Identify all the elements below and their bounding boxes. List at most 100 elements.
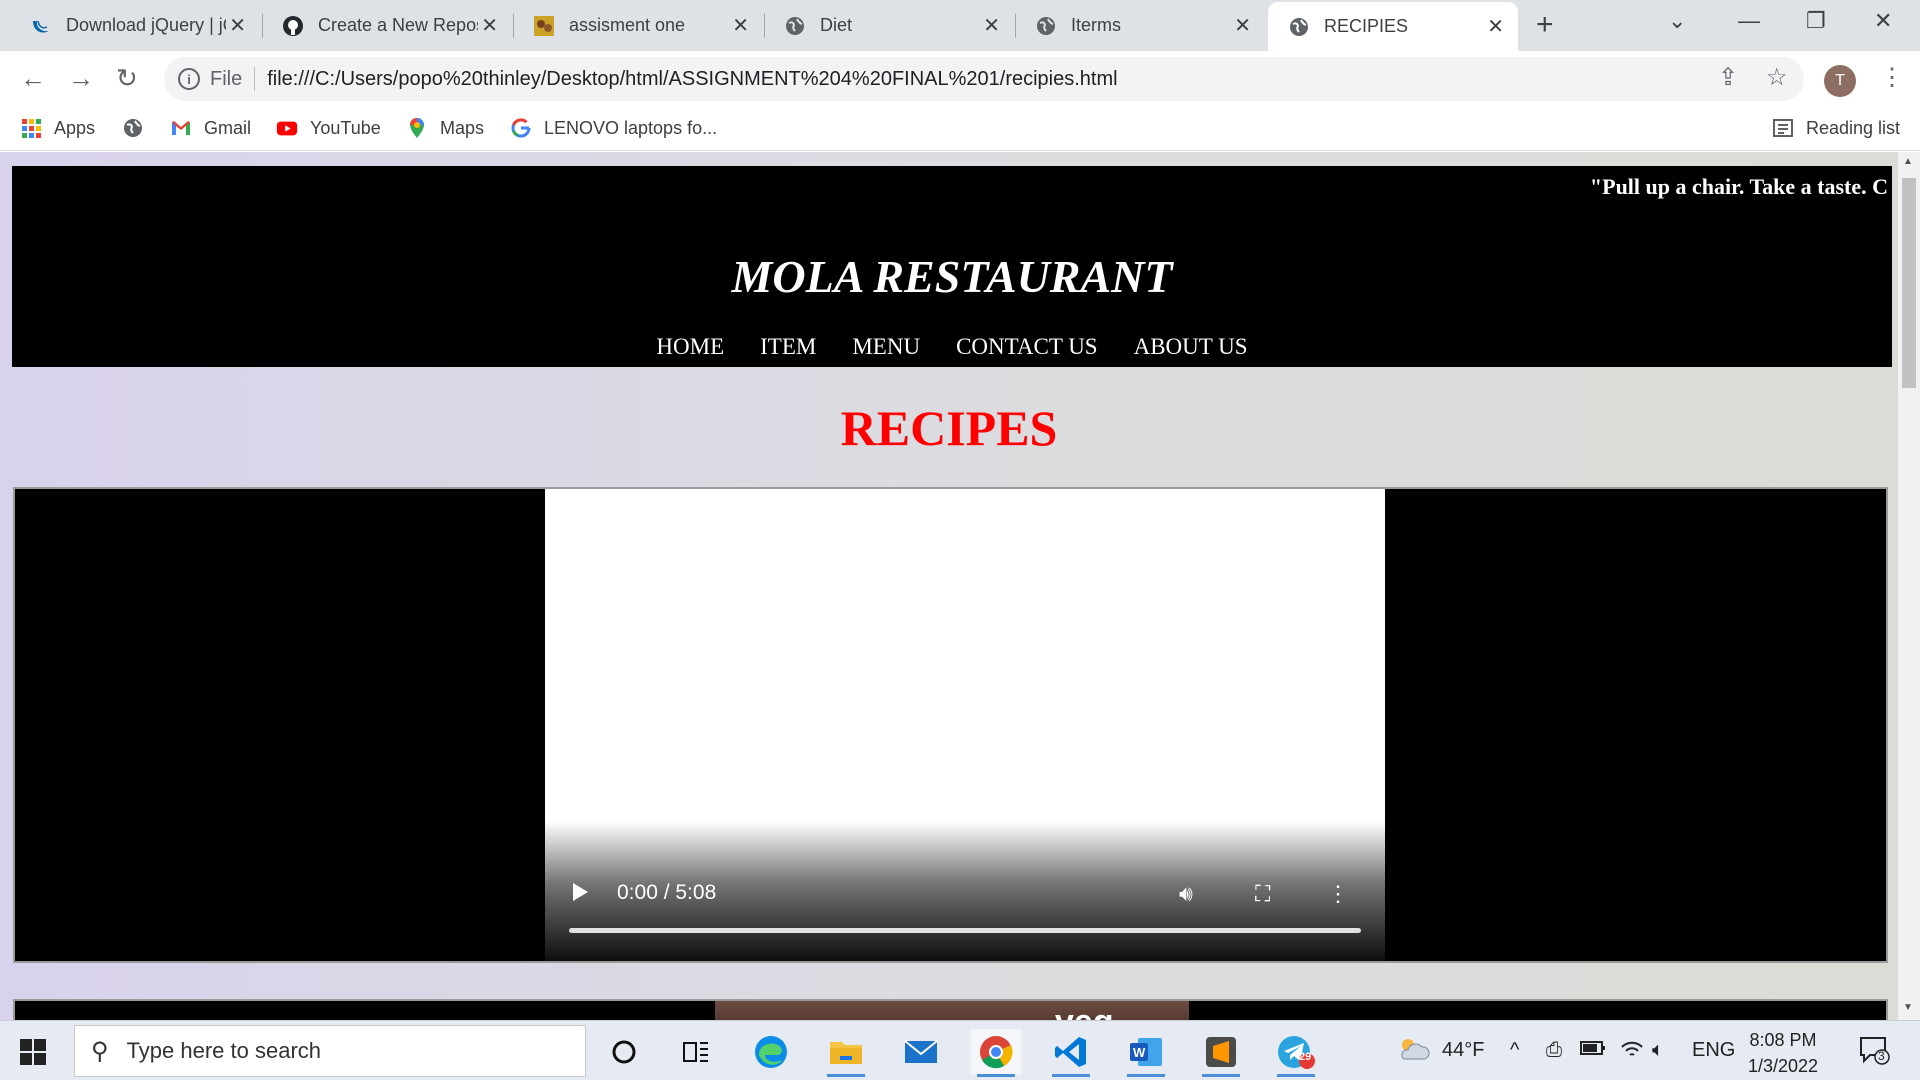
clock[interactable]: 8:08 PM 1/3/2022 <box>1748 1027 1818 1079</box>
close-icon[interactable]: ✕ <box>229 13 246 38</box>
video-controls: 0:00 / 5:08 🔊︎ ⛶ ⋮ <box>545 821 1385 961</box>
close-icon[interactable]: ✕ <box>1487 14 1504 39</box>
nav-home[interactable]: HOME <box>656 334 724 360</box>
fullscreen-icon[interactable]: ⛶ <box>1255 881 1270 907</box>
bookmark-label: Apps <box>54 117 96 138</box>
vscode-icon[interactable] <box>1046 1029 1096 1077</box>
recipe-video-2: veg <box>13 999 1888 1020</box>
bookmark-maps[interactable]: Maps <box>406 115 484 141</box>
tab-recipies[interactable]: RECIPIES ✕ <box>1268 2 1518 51</box>
tab-label: RECIPIES <box>1324 16 1409 36</box>
tab-search-icon[interactable]: ⌄ <box>1668 8 1686 34</box>
bookmark-label: Gmail <box>204 117 252 138</box>
wifi-icon[interactable] <box>1620 1039 1644 1065</box>
star-icon[interactable]: ☆ <box>1766 63 1788 92</box>
notification-icon[interactable]: 3 <box>1858 1035 1890 1071</box>
nav-menu[interactable]: MENU <box>852 334 920 360</box>
cortana-icon[interactable] <box>599 1029 649 1075</box>
word-icon[interactable]: W <box>1121 1029 1171 1077</box>
search-icon: ⚲ <box>91 1037 109 1065</box>
avatar[interactable]: T <box>1824 65 1856 97</box>
site-header: "Pull up a chair. Take a taste. C MOLA R… <box>12 166 1892 367</box>
site-nav: HOME ITEM MENU CONTACT US ABOUT US <box>12 334 1892 360</box>
tab-label: Iterms <box>1071 15 1122 35</box>
task-view-icon[interactable] <box>671 1029 721 1075</box>
svg-text:W: W <box>1133 1045 1146 1060</box>
restore-button[interactable]: ❐ <box>1806 8 1826 34</box>
reading-list-button[interactable]: Reading list <box>1772 115 1900 141</box>
tab-iterms[interactable]: Iterms ✕ <box>1015 0 1265 51</box>
bookmark-label: LENOVO laptops fo... <box>544 117 718 138</box>
search-placeholder: Type here to search <box>126 1038 322 1063</box>
bookmarks-bar: Apps Gmail YouTube Maps LENOVO laptops f… <box>0 107 1920 151</box>
chrome-icon[interactable] <box>971 1029 1021 1077</box>
share-icon[interactable]: ⇪ <box>1718 63 1738 92</box>
reading-list-icon <box>1772 117 1794 139</box>
tab-jquery[interactable]: Download jQuery | jQuery ✕ <box>10 0 260 51</box>
close-icon[interactable]: ✕ <box>983 13 1000 38</box>
clock-date: 1/3/2022 <box>1748 1056 1819 1076</box>
nav-about-us[interactable]: ABOUT US <box>1134 334 1248 360</box>
video-player[interactable]: 0:00 / 5:08 🔊︎ ⛶ ⋮ <box>545 489 1385 961</box>
tab-assisment-one[interactable]: assisment one ✕ <box>513 0 763 51</box>
bookmark-lenovo[interactable]: LENOVO laptops fo... <box>510 115 717 141</box>
weather-icon[interactable] <box>1396 1035 1430 1069</box>
file-explorer-icon[interactable] <box>821 1029 871 1077</box>
clock-time: 8:08 PM <box>1749 1030 1817 1050</box>
more-menu-icon[interactable]: ⋮ <box>1880 63 1904 92</box>
scroll-down-icon[interactable]: ▼ <box>1903 1002 1913 1013</box>
bookmark-globe[interactable] <box>122 115 156 141</box>
play-icon[interactable] <box>573 883 588 901</box>
bookmark-label: Maps <box>440 117 485 138</box>
bookmark-apps[interactable]: Apps <box>20 115 95 141</box>
edge-icon[interactable] <box>746 1029 796 1075</box>
reload-icon[interactable]: ↻ <box>116 63 138 93</box>
video-progress-bar[interactable] <box>569 928 1361 933</box>
bookmark-youtube[interactable]: YouTube <box>276 115 381 141</box>
more-options-icon[interactable]: ⋮ <box>1327 881 1349 907</box>
telegram-icon[interactable]: 29 <box>1271 1029 1321 1077</box>
windows-start-icon[interactable] <box>20 1039 46 1065</box>
scrollbar-thumb[interactable] <box>1902 178 1916 388</box>
info-icon[interactable]: i <box>178 68 200 90</box>
taskbar-search[interactable]: ⚲ Type here to search <box>74 1025 586 1077</box>
nav-contact-us[interactable]: CONTACT US <box>956 334 1098 360</box>
globe-icon <box>1035 15 1057 37</box>
video-thumbnail[interactable]: veg <box>715 1001 1189 1020</box>
github-icon <box>282 15 304 37</box>
minimize-button[interactable]: — <box>1738 8 1760 34</box>
scroll-up-icon[interactable]: ▲ <box>1903 156 1913 167</box>
tab-github[interactable]: Create a New Repository ✕ <box>262 0 512 51</box>
apps-grid-icon <box>20 117 42 139</box>
notification-count: 3 <box>1878 1049 1885 1063</box>
page-scrollbar[interactable]: ▲ ▼ <box>1898 152 1920 1020</box>
tab-diet[interactable]: Diet ✕ <box>764 0 1014 51</box>
maps-icon <box>406 117 428 139</box>
sublime-icon[interactable] <box>1196 1029 1246 1077</box>
new-tab-button[interactable]: + <box>1536 10 1554 40</box>
battery-icon[interactable] <box>1580 1039 1606 1063</box>
language-indicator[interactable]: ENG <box>1692 1039 1735 1062</box>
divider <box>254 67 256 91</box>
thumbnail-text: veg <box>1055 1003 1114 1020</box>
close-icon[interactable]: ✕ <box>732 13 749 38</box>
close-icon[interactable]: ✕ <box>481 13 498 38</box>
mail-icon[interactable] <box>896 1029 946 1075</box>
marquee-tagline: "Pull up a chair. Take a taste. C <box>1589 174 1888 199</box>
forward-arrow-icon[interactable]: → <box>68 63 94 93</box>
url-text[interactable]: file:///C:/Users/popo%20thinley/Desktop/… <box>267 68 1117 91</box>
meet-now-icon[interactable]: ⎙ <box>1546 1039 1562 1062</box>
bookmark-gmail[interactable]: Gmail <box>170 115 251 141</box>
volume-icon[interactable]: 🔈︎ <box>1652 1039 1664 1062</box>
chevron-up-icon[interactable]: ^ <box>1510 1039 1519 1062</box>
address-bar[interactable]: i File file:///C:/Users/popo%20thinley/D… <box>164 57 1804 101</box>
tab-label: Create a New Repository <box>318 15 478 35</box>
tab-label: Diet <box>820 15 853 35</box>
close-window-button[interactable]: ✕ <box>1874 8 1892 34</box>
weather-temp[interactable]: 44°F <box>1442 1039 1484 1062</box>
bookmark-label: YouTube <box>310 117 381 138</box>
close-icon[interactable]: ✕ <box>1234 13 1251 38</box>
nav-item[interactable]: ITEM <box>760 334 816 360</box>
back-arrow-icon[interactable]: ← <box>20 63 46 93</box>
volume-icon[interactable]: 🔊︎ <box>1179 881 1193 907</box>
